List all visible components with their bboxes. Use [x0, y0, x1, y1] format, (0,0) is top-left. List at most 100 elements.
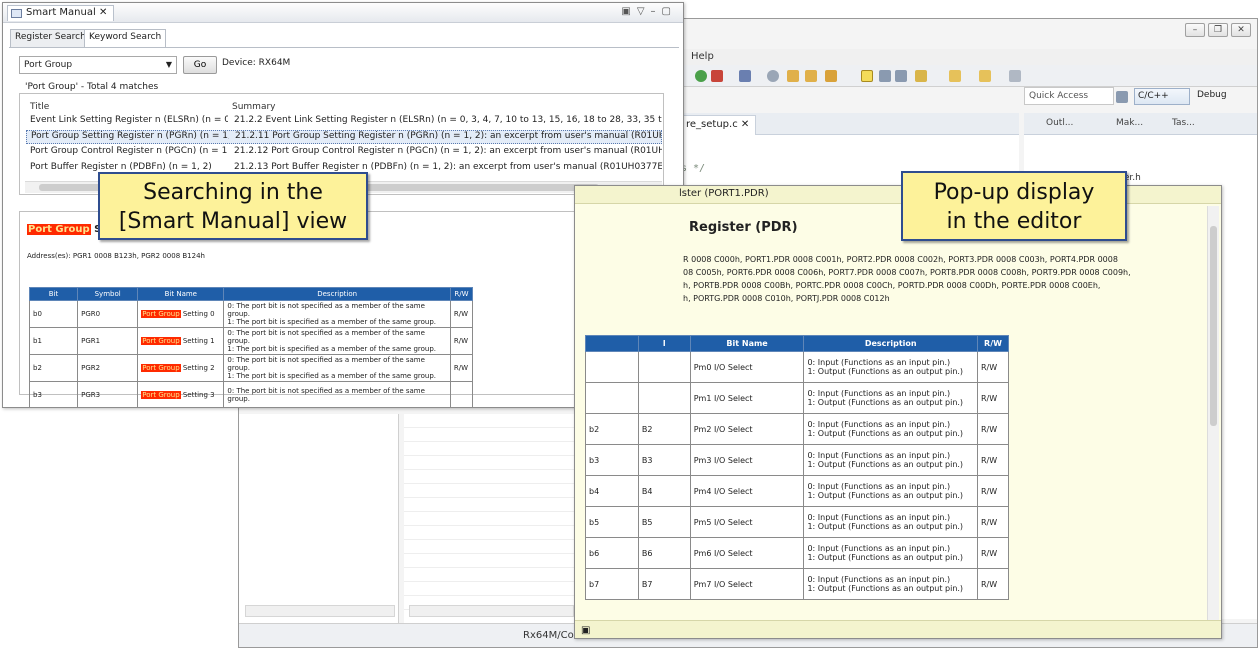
desc-line: 0: The port bit is not specified as a me…: [227, 329, 425, 345]
close-tab-icon[interactable]: ✕: [741, 119, 749, 130]
last-edit-icon[interactable]: [949, 70, 961, 82]
open-in-view-icon[interactable]: ▣: [581, 625, 590, 636]
cell-symbol: B6: [637, 537, 691, 569]
cell-description: 0: The port bit is not specified as a me…: [223, 327, 451, 355]
perspective-debug-label: Debug: [1197, 90, 1227, 100]
desc-line: 0: Input (Functions as an input pin.): [807, 513, 951, 522]
perspective-cpp-button[interactable]: C/C++: [1134, 88, 1190, 105]
tab-tasks[interactable]: Tas...: [1172, 118, 1195, 128]
status-text: Rx64M/Coc: [523, 630, 580, 641]
result-summary: 21.2.11 Port Group Setting Register n (P…: [235, 131, 662, 141]
table-row: b4 B4 Pm4 I/O Select 0: Input (Functions…: [585, 475, 1009, 507]
run-icon[interactable]: [695, 70, 707, 82]
column-title[interactable]: Title: [30, 102, 49, 112]
result-title: Port Buffer Register n (PDBFn) (n = 1, 2…: [30, 162, 212, 172]
menu-help[interactable]: Help: [691, 51, 714, 62]
back-arrow-icon[interactable]: [979, 70, 991, 82]
result-row[interactable]: Event Link Setting Register n (ELSRn) (n…: [26, 115, 662, 129]
open-perspective-icon[interactable]: [1116, 91, 1128, 103]
minimize-icon[interactable]: –: [1185, 23, 1205, 37]
cell-rw: R/W: [977, 537, 1009, 569]
desc-line: 1: Output (Functions as an output pin.): [807, 584, 964, 593]
cell-rw: R/W: [977, 351, 1009, 383]
cell-symbol: [637, 351, 691, 383]
cell-bit: b2: [28, 354, 79, 382]
result-summary: 21.2.13 Port Buffer Register n (PDBFn) (…: [234, 162, 662, 172]
external-tools-icon[interactable]: [739, 70, 751, 82]
folder-icon[interactable]: [787, 70, 799, 82]
close-icon[interactable]: ✕: [1231, 23, 1251, 37]
scrollbar-thumb[interactable]: [1210, 226, 1217, 426]
cell-bit-name: Port Group Setting 3: [137, 381, 225, 407]
tab-register-search[interactable]: Register Search: [10, 29, 91, 47]
perspective-cpp-label: C/C++: [1138, 91, 1169, 101]
tab-keyword-search[interactable]: Keyword Search: [84, 29, 167, 48]
cell-symbol: B4: [637, 475, 691, 507]
cell-description: 0: The port bit is not specified as a me…: [223, 381, 451, 407]
cell-bit-name: Pm3 I/O Select: [689, 444, 805, 476]
cell-bit-name: Pm1 I/O Select: [689, 382, 805, 414]
table-row: Pm1 I/O Select 0: Input (Functions as an…: [585, 382, 1009, 414]
cell-bit: b5: [585, 506, 639, 538]
annotation-icon[interactable]: [915, 70, 927, 82]
search-highlight: Port Group: [141, 391, 181, 399]
forward-arrow-icon[interactable]: [1009, 70, 1021, 82]
cell-rw: R/W: [977, 444, 1009, 476]
project-explorer-panel: [239, 414, 399, 634]
result-row[interactable]: Port Group Control Register n (PGCn) (n …: [26, 146, 662, 160]
desc-line: 1: The port bit is specified as a member…: [227, 345, 437, 353]
cell-bit-name: Port Group Setting 2: [137, 354, 225, 382]
left-panel-scrollbar[interactable]: [245, 605, 395, 617]
open-type-icon[interactable]: [805, 70, 817, 82]
address-line: R 0008 C000h, PORT1.PDR 0008 C001h, PORT…: [683, 255, 1118, 264]
restore-icon[interactable]: ❐: [1208, 23, 1228, 37]
chevron-down-icon[interactable]: ▼: [166, 60, 172, 69]
pencil-icon[interactable]: [825, 70, 837, 82]
smart-manual-tab[interactable]: Smart Manual ✕: [7, 5, 115, 21]
outline-tab-row: Outl... Mak... Tas...: [1024, 113, 1257, 135]
device-label: Device: RX64M: [222, 58, 291, 68]
desc-line: 1: The port bit is specified as a member…: [227, 372, 437, 380]
callout-line: Searching in the: [143, 180, 323, 205]
result-title: Port Group Control Register n (PGCn) (n …: [30, 146, 228, 156]
desc-line: 1: Output (Functions as an output pin.): [807, 429, 964, 438]
close-view-icon[interactable]: ✕: [99, 7, 107, 18]
quick-access-input[interactable]: Quick Access: [1024, 87, 1114, 105]
callout-line: in the editor: [946, 209, 1082, 234]
keyword-combo[interactable]: Port Group ▼: [19, 56, 177, 74]
popup-vertical-scrollbar[interactable]: [1207, 206, 1219, 624]
view-menu-controls[interactable]: ▣▽–▢: [621, 6, 677, 17]
settings-gear-icon[interactable]: [767, 70, 779, 82]
address-line: h, PORTB.PDR 0008 C00Bh, PORTC.PDR 0008 …: [683, 281, 1101, 290]
editor-tab[interactable]: re_setup.c ✕: [679, 115, 757, 135]
mid-panel-scrollbar[interactable]: [409, 605, 574, 617]
block-select-icon[interactable]: [879, 70, 891, 82]
popup-title: lster (PORT1.PDR): [679, 188, 769, 199]
debug-tool-icon[interactable]: [711, 70, 723, 82]
cell-symbol: B5: [637, 506, 691, 538]
desc-line: 1: Output (Functions as an output pin.): [807, 398, 964, 407]
keyword-combo-value: Port Group: [24, 60, 73, 70]
table-row: Pm0 I/O Select 0: Input (Functions as an…: [585, 351, 1009, 383]
cell-bit: b0: [28, 300, 79, 328]
desc-line: 0: Input (Functions as an input pin.): [807, 420, 951, 429]
column-summary[interactable]: Summary: [232, 102, 276, 112]
desc-line: 1: Output (Functions as an output pin.): [807, 460, 964, 469]
col-bit: [585, 335, 639, 352]
cell-description: 0: Input (Functions as an input pin.) 1: …: [803, 351, 978, 383]
popup-heading: Register (PDR): [689, 220, 798, 235]
desc-line: 1: Output (Functions as an output pin.): [807, 491, 964, 500]
cell-description: 0: Input (Functions as an input pin.) 1: …: [803, 568, 978, 600]
tab-outline[interactable]: Outl...: [1046, 118, 1073, 128]
cell-symbol: B2: [637, 413, 691, 445]
result-row-selected[interactable]: Port Group Setting Register n (PGRn) (n …: [26, 130, 662, 144]
tab-make-targets[interactable]: Mak...: [1116, 118, 1143, 128]
desc-line: 0: The port bit is not specified as a me…: [227, 302, 425, 318]
highlight-toggle-icon[interactable]: [861, 70, 873, 82]
cell-description: 0: Input (Functions as an input pin.) 1: …: [803, 444, 978, 476]
go-button[interactable]: Go: [183, 56, 217, 74]
cell-rw: R/W: [977, 413, 1009, 445]
show-whitespace-icon[interactable]: [895, 70, 907, 82]
perspective-debug-button[interactable]: Debug: [1194, 88, 1246, 105]
bit-name-rest: Setting 2: [180, 364, 215, 372]
